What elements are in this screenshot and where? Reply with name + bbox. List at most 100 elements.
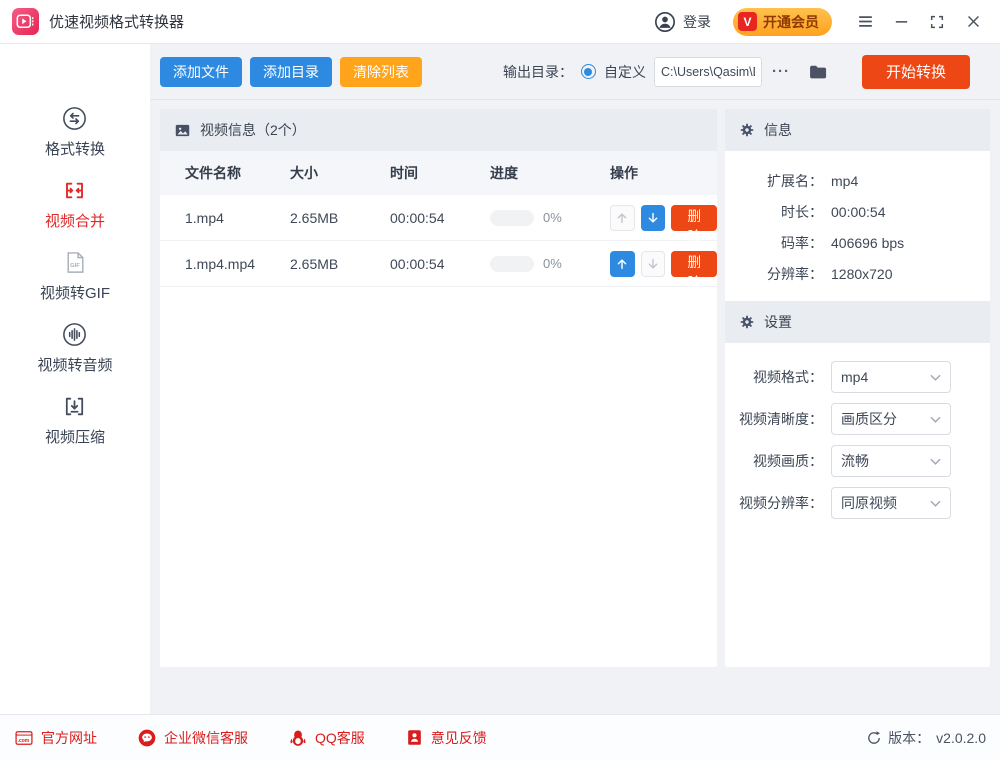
sidebar-item-label: 视频转GIF bbox=[40, 285, 110, 302]
close-button[interactable] bbox=[958, 7, 988, 37]
content-area: 添加文件 添加目录 清除列表 输出目录： 自定义 ··· 开始转换 bbox=[150, 44, 1000, 714]
video-resolution-select[interactable]: 同原视频 bbox=[831, 487, 951, 519]
file-time: 00:00:54 bbox=[390, 209, 445, 226]
app-title: 优速视频格式转换器 bbox=[49, 14, 185, 31]
close-icon bbox=[967, 16, 979, 27]
clear-list-button[interactable]: 清除列表 bbox=[340, 56, 422, 87]
merge-icon bbox=[66, 182, 84, 199]
browse-more-button[interactable]: ··· bbox=[770, 63, 792, 80]
sidebar-item-label: 格式转换 bbox=[44, 141, 105, 158]
info-field-bitrate: 码率： 406696 bps bbox=[725, 227, 990, 258]
sidebar-item-label: 视频压缩 bbox=[44, 429, 105, 446]
minimize-icon bbox=[895, 21, 907, 23]
vip-membership-button[interactable]: V 开通会员 bbox=[733, 7, 832, 36]
settings-fields: 视频格式： mp4 视频清晰度： 画质区分 视频画质： 流畅 视频分辨率： 同原… bbox=[725, 343, 990, 537]
sidebar-item-label: 视频转音频 bbox=[37, 357, 113, 374]
qq-support-link[interactable]: QQ客服 bbox=[288, 728, 365, 748]
hamburger-icon bbox=[858, 16, 872, 27]
arrow-up-icon bbox=[618, 258, 627, 269]
login-button[interactable]: 登录 bbox=[654, 11, 711, 33]
field-label: 时长： bbox=[781, 203, 823, 220]
file-progress: 0% bbox=[490, 209, 610, 226]
arrow-down-icon bbox=[648, 258, 658, 269]
picture-icon bbox=[175, 124, 190, 136]
delete-button[interactable]: 删除 bbox=[671, 250, 717, 290]
col-operation: 操作 bbox=[610, 165, 638, 181]
move-down-button bbox=[640, 250, 666, 277]
sidebar-item-video-to-gif[interactable]: GIF 视频转GIF bbox=[40, 250, 110, 303]
progress-percent: 0% bbox=[543, 256, 562, 271]
arrow-down-icon bbox=[648, 212, 658, 223]
video-format-select[interactable]: mp4 bbox=[831, 361, 951, 393]
file-operations: 删除 bbox=[610, 204, 717, 244]
video-info-panel: 视频信息（2个） 文件名称 大小 时间 进度 操作 1.mp4 2.65MB 0… bbox=[160, 109, 717, 667]
feedback-icon bbox=[407, 730, 421, 745]
col-size: 大小 bbox=[290, 165, 318, 181]
app-window: 优速视频格式转换器 登录 V 开通会员 格式转换 视频合并 GIF 视频转GIF… bbox=[0, 0, 1000, 760]
video-info-title: 视频信息（2个） bbox=[200, 122, 306, 138]
field-label: 扩展名： bbox=[767, 172, 823, 189]
progress-percent: 0% bbox=[543, 210, 562, 225]
main-row: 格式转换 视频合并 GIF 视频转GIF 视频转音频 视频压缩 添加文件 添加目… bbox=[0, 44, 1000, 714]
svg-text:.com: .com bbox=[18, 737, 30, 743]
output-path-input[interactable] bbox=[653, 56, 762, 87]
menu-button[interactable] bbox=[850, 7, 880, 37]
move-down-button[interactable] bbox=[640, 204, 666, 231]
open-folder-button[interactable] bbox=[808, 62, 828, 82]
start-convert-button[interactable]: 开始转换 bbox=[861, 54, 970, 89]
sidebar-item-video-merge[interactable]: 视频合并 bbox=[45, 178, 105, 231]
info-field-duration: 时长： 00:00:54 bbox=[725, 196, 990, 227]
audio-equalizer-icon bbox=[63, 323, 87, 346]
chevron-down-icon bbox=[930, 416, 941, 423]
file-time: 00:00:54 bbox=[390, 255, 445, 272]
folder-icon bbox=[810, 65, 827, 78]
maximize-button[interactable] bbox=[922, 7, 952, 37]
official-website-link[interactable]: .com 官方网址 bbox=[14, 728, 97, 748]
settings-section-title: 设置 bbox=[764, 314, 792, 330]
col-filename: 文件名称 bbox=[185, 165, 241, 181]
output-dir-label: 输出目录： bbox=[502, 63, 573, 80]
arrow-up-icon bbox=[618, 212, 627, 223]
info-section-title: 信息 bbox=[764, 122, 792, 138]
gif-file-icon: GIF bbox=[66, 252, 84, 273]
footer: .com 官方网址 企业微信客服 QQ客服 意见反馈 版本： v2.0.2.0 bbox=[0, 714, 1000, 760]
table-row: 1.mp4.mp4 2.65MB 00:00:54 0% 删除 bbox=[160, 241, 717, 290]
vip-icon: V bbox=[738, 12, 757, 31]
field-value: mp4 bbox=[831, 172, 859, 189]
minimize-button[interactable] bbox=[886, 7, 916, 37]
field-label: 码率： bbox=[781, 234, 823, 251]
move-up-button[interactable] bbox=[610, 250, 635, 277]
app-logo-icon bbox=[12, 8, 39, 35]
video-clarity-select[interactable]: 画质区分 bbox=[831, 403, 951, 435]
chevron-down-icon bbox=[930, 374, 941, 381]
setting-video-resolution: 视频分辨率： 同原视频 bbox=[725, 482, 990, 524]
selected-value: 同原视频 bbox=[841, 495, 897, 511]
table-row: 1.mp4 2.65MB 00:00:54 0% 删除 bbox=[160, 195, 717, 244]
video-info-header: 视频信息（2个） bbox=[160, 109, 717, 151]
field-value: 406696 bps bbox=[831, 234, 905, 251]
main-area: 视频信息（2个） 文件名称 大小 时间 进度 操作 1.mp4 2.65MB 0… bbox=[150, 100, 1000, 714]
info-field-resolution: 分辨率： 1280x720 bbox=[725, 258, 990, 289]
selected-value: mp4 bbox=[841, 369, 869, 385]
custom-radio[interactable] bbox=[580, 64, 596, 79]
add-file-button[interactable]: 添加文件 bbox=[160, 56, 242, 87]
sidebar: 格式转换 视频合并 GIF 视频转GIF 视频转音频 视频压缩 bbox=[0, 44, 150, 714]
progress-bar bbox=[490, 209, 534, 226]
col-time: 时间 bbox=[390, 165, 418, 181]
add-directory-button[interactable]: 添加目录 bbox=[250, 56, 332, 87]
move-up-button bbox=[610, 204, 635, 231]
feedback-link[interactable]: 意见反馈 bbox=[405, 728, 487, 748]
svg-text:GIF: GIF bbox=[70, 263, 80, 269]
titlebar: 优速视频格式转换器 登录 V 开通会员 bbox=[0, 0, 1000, 44]
sidebar-item-label: 视频合并 bbox=[44, 213, 105, 230]
sidebar-item-format-convert[interactable]: 格式转换 bbox=[45, 106, 105, 159]
col-progress: 进度 bbox=[490, 165, 518, 181]
vip-label: 开通会员 bbox=[763, 13, 819, 30]
delete-button[interactable]: 删除 bbox=[671, 204, 717, 244]
user-icon bbox=[655, 11, 675, 32]
wechat-support-link[interactable]: 企业微信客服 bbox=[137, 728, 248, 748]
sidebar-item-video-compress[interactable]: 视频压缩 bbox=[45, 394, 105, 447]
field-label: 视频格式： bbox=[753, 369, 823, 385]
video-quality-select[interactable]: 流畅 bbox=[831, 445, 951, 477]
sidebar-item-video-to-audio[interactable]: 视频转音频 bbox=[37, 322, 113, 375]
